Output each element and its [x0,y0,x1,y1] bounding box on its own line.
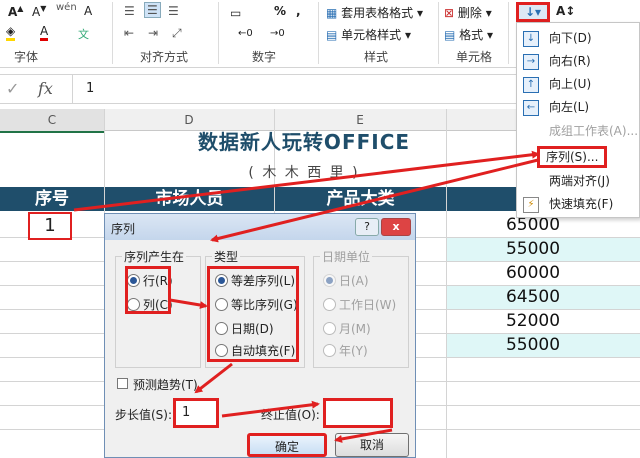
arrow-menu-to-dialog [210,158,539,243]
annotation-arrows [73,150,540,443]
arrow-cell-to-menu [73,150,540,212]
arrow-row-to-type [169,298,208,309]
arrow-step-to-stop [221,400,320,418]
arrow-stop-to-ok [334,428,393,443]
arrow-type-to-step [194,362,233,394]
